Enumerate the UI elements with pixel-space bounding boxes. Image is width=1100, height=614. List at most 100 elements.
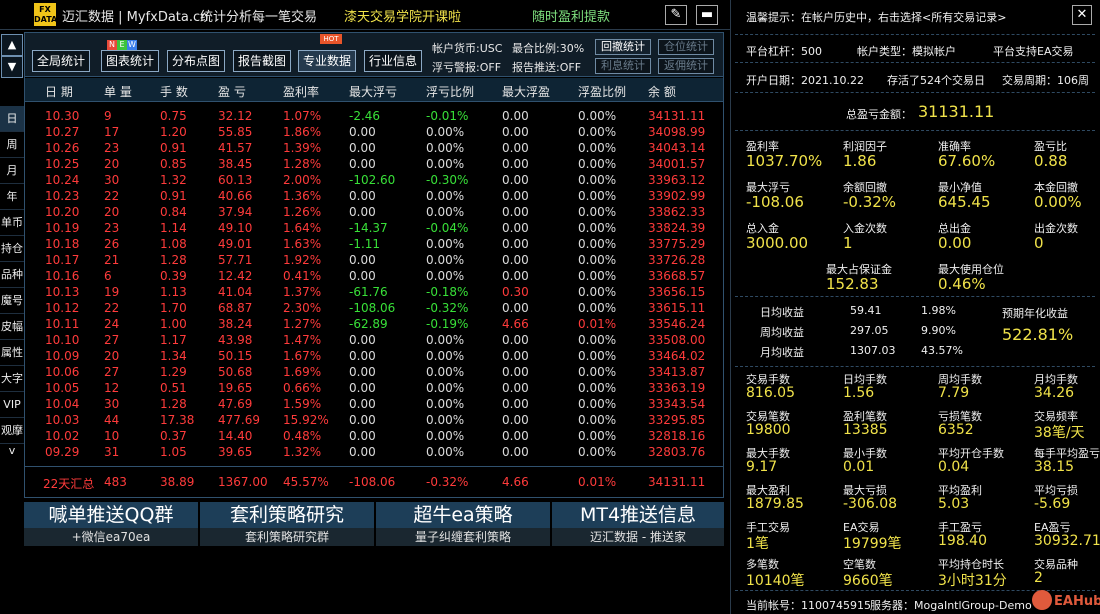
total-pl-label: 总盈亏金额： bbox=[846, 108, 912, 121]
table-row[interactable]: 10.25 20 0.85 38.45 1.28% 0.00 0.00% 0.00 0.00% 3… bbox=[25, 157, 723, 173]
scroll-up-button[interactable]: ▲ bbox=[1, 34, 23, 56]
table-row[interactable]: 10.27 17 1.20 55.85 1.86% 0.00 0.00% 0.00 0.00% 3… bbox=[25, 125, 723, 141]
table-row[interactable]: 10.11 24 1.00 38.24 1.27% -62.89 -0.19% 4.66 0.0… bbox=[25, 317, 723, 333]
sidebar-more-icon[interactable]: v bbox=[0, 444, 24, 458]
table-row[interactable]: 10.16 6 0.39 12.42 0.41% 0.00 0.00% 0.00 0.00% 33… bbox=[25, 269, 723, 285]
course-link[interactable]: 漆天交易学院开课啦 bbox=[344, 6, 461, 25]
summary-cell: 0.01% bbox=[578, 475, 617, 489]
table-cell: 10.03 bbox=[45, 413, 80, 427]
sidebar-item[interactable]: 品种 bbox=[0, 262, 24, 288]
sidebar-item[interactable]: 月 bbox=[0, 158, 24, 184]
sidebar-item[interactable]: 皮幅 bbox=[0, 314, 24, 340]
table-row[interactable]: 10.10 27 1.17 43.98 1.47% 0.00 0.00% 0.00 0.00% 3… bbox=[25, 333, 723, 349]
table-cell: 10.25 bbox=[45, 157, 80, 171]
table-row[interactable]: 10.04 30 1.28 47.69 1.59% 0.00 0.00% 0.00 0.00% 3… bbox=[25, 397, 723, 413]
sidebar-item[interactable]: 观摩 bbox=[0, 418, 24, 444]
table-cell: -0.18% bbox=[426, 285, 469, 299]
table-row[interactable]: 10.12 22 1.70 68.87 2.30% -108.06 -0.32% 0.00 0.… bbox=[25, 301, 723, 317]
sidebar-item[interactable]: 周 bbox=[0, 132, 24, 158]
sidebar-item[interactable]: 日 bbox=[0, 106, 24, 132]
sidebar-item[interactable]: 年 bbox=[0, 184, 24, 210]
sidebar-item[interactable]: 魔号 bbox=[0, 288, 24, 314]
income-amount: 297.05 bbox=[850, 324, 889, 337]
banner-title[interactable]: 套利策略研究 bbox=[200, 502, 374, 528]
table-cell: 1.08 bbox=[160, 237, 187, 251]
table-cell: 0.41% bbox=[283, 269, 322, 283]
sidebar-item[interactable]: 大字 bbox=[0, 366, 24, 392]
sidebar-item[interactable]: 单币 bbox=[0, 210, 24, 236]
table-cell: 10.23 bbox=[45, 189, 80, 203]
table-cell: 33902.99 bbox=[648, 189, 706, 203]
toolbar-button[interactable]: 分布点图 bbox=[167, 50, 225, 72]
table-cell: 0.01% bbox=[578, 317, 617, 331]
table-cell: 1.34 bbox=[160, 349, 187, 363]
report-push: 报告推送:OFF bbox=[512, 61, 582, 74]
table-cell: 43.98 bbox=[218, 333, 253, 347]
minimize-icon[interactable]: ▬ bbox=[696, 5, 718, 25]
table-cell: 20 bbox=[104, 157, 120, 171]
table-cell: 0.00 bbox=[349, 189, 376, 203]
table-row[interactable]: 10.13 19 1.13 41.04 1.37% -61.76 -0.18% 0.30 0.0… bbox=[25, 285, 723, 301]
eahub-logo-icon bbox=[1032, 590, 1052, 610]
table-row[interactable]: 10.06 27 1.29 50.68 1.69% 0.00 0.00% 0.00 0.00% 3… bbox=[25, 365, 723, 381]
table-cell: 23 bbox=[104, 221, 120, 235]
table-row[interactable]: 10.02 10 0.37 14.40 0.48% 0.00 0.00% 0.00 0.00% 3… bbox=[25, 429, 723, 445]
stat-value: -108.06 bbox=[746, 193, 804, 211]
table-row[interactable]: 10.23 22 0.91 40.66 1.36% 0.00 0.00% 0.00 0.00% 3… bbox=[25, 189, 723, 205]
toolbar-button[interactable]: 行业信息 bbox=[364, 50, 422, 72]
sidebar-item[interactable]: 持仓 bbox=[0, 236, 24, 262]
column-header: 盈利率 bbox=[283, 85, 320, 99]
table-cell: 1.20 bbox=[160, 125, 187, 139]
stored-days: 存活了524个交易日 bbox=[887, 74, 985, 87]
table-row[interactable]: 10.05 12 0.51 19.65 0.66% 0.00 0.00% 0.00 0.00% 3… bbox=[25, 381, 723, 397]
table-cell: 0.00% bbox=[578, 429, 617, 443]
table-cell: 33862.33 bbox=[648, 205, 706, 219]
table-cell: 0.00% bbox=[426, 237, 465, 251]
banner-title[interactable]: MT4推送信息 bbox=[552, 502, 724, 528]
table-row[interactable]: 10.17 21 1.28 57.71 1.92% 0.00 0.00% 0.00 0.00% 3… bbox=[25, 253, 723, 269]
stat-value: 13385 bbox=[843, 422, 888, 438]
withdraw-link[interactable]: 随时盈利提款 bbox=[532, 6, 610, 25]
table-cell: 20 bbox=[104, 205, 120, 219]
table-cell: 1.92% bbox=[283, 253, 322, 267]
scroll-down-button[interactable]: ▼ bbox=[1, 56, 23, 78]
close-icon[interactable]: ✕ bbox=[1072, 5, 1092, 25]
table-row[interactable]: 10.18 26 1.08 49.01 1.63% -1.11 0.00% 0.00 0.00%… bbox=[25, 237, 723, 253]
table-cell: 49.01 bbox=[218, 237, 253, 251]
table-cell: 1.36% bbox=[283, 189, 322, 203]
table-row[interactable]: 10.03 44 17.38 477.69 15.92% 0.00 0.00% 0.00 0.0… bbox=[25, 413, 723, 429]
toolbar-button[interactable]: 全局统计 bbox=[32, 50, 90, 72]
table-cell: 0.00% bbox=[426, 141, 465, 155]
table-row[interactable]: 10.19 23 1.14 49.10 1.64% -14.37 -0.04% 0.00 0.0… bbox=[25, 221, 723, 237]
hot-badge: HOT bbox=[320, 34, 342, 44]
toolbar-small-button[interactable]: 利息统计 bbox=[595, 58, 651, 74]
banner-title[interactable]: 喊单推送QQ群 bbox=[24, 502, 198, 528]
table-cell: 1.28 bbox=[160, 253, 187, 267]
column-header: 余 额 bbox=[648, 85, 676, 99]
pencil-icon[interactable]: ✎ bbox=[665, 5, 687, 25]
toolbar-button[interactable]: 图表统计 bbox=[101, 50, 159, 72]
table-row[interactable]: 10.24 30 1.32 60.13 2.00% -102.60 -0.30% 0.00 0.… bbox=[25, 173, 723, 189]
table-cell: 49.10 bbox=[218, 221, 253, 235]
table-row[interactable]: 10.09 20 1.34 50.15 1.67% 0.00 0.00% 0.00 0.00% 3… bbox=[25, 349, 723, 365]
table-cell: 0.00% bbox=[578, 189, 617, 203]
sidebar-item[interactable]: VIP bbox=[0, 392, 24, 418]
table-row[interactable]: 10.20 20 0.84 37.94 1.26% 0.00 0.00% 0.00 0.00% 3… bbox=[25, 205, 723, 221]
table-cell: 33413.87 bbox=[648, 365, 706, 379]
toolbar-button[interactable]: 报告截图 bbox=[233, 50, 291, 72]
stat-value: 816.05 bbox=[746, 385, 795, 401]
table-row[interactable]: 10.26 23 0.91 41.57 1.39% 0.00 0.00% 0.00 0.00% 3… bbox=[25, 141, 723, 157]
toolbar-button[interactable]: 专业数据 bbox=[298, 50, 356, 72]
table-cell: 12.42 bbox=[218, 269, 253, 283]
table-row[interactable]: 09.29 31 1.05 39.65 1.32% 0.00 0.00% 0.00 0.00% 3… bbox=[25, 445, 723, 461]
table-cell: 17.38 bbox=[160, 413, 195, 427]
table-cell: 32.12 bbox=[218, 109, 253, 123]
toolbar-small-button[interactable]: 返佣统计 bbox=[658, 58, 714, 74]
table-cell: 0.00 bbox=[349, 205, 376, 219]
sidebar-item[interactable]: 属性 bbox=[0, 340, 24, 366]
table-cell: 0.00 bbox=[502, 157, 529, 171]
toolbar-small-button[interactable]: 仓位统计 bbox=[658, 39, 714, 55]
banner-title[interactable]: 超牛ea策略 bbox=[376, 502, 550, 528]
toolbar-small-button[interactable]: 回撤统计 bbox=[595, 39, 651, 55]
table-row[interactable]: 10.30 9 0.75 32.12 1.07% -2.46 -0.01% 0.00 0.00%… bbox=[25, 109, 723, 125]
